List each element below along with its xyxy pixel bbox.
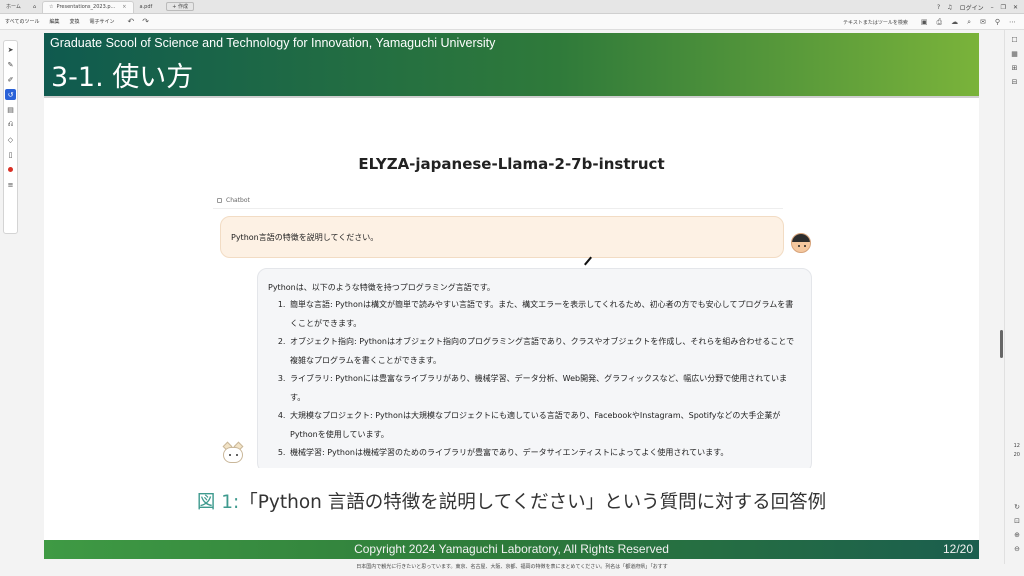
header-divider: [44, 96, 979, 98]
draw-icon[interactable]: ↺: [5, 89, 16, 100]
list-item: オブジェクト指向: Pythonはオブジェクト指向のプログラミング言語であり、ク…: [288, 333, 801, 370]
menu-all-tools[interactable]: すべてのツール: [0, 18, 44, 25]
figure-caption: 図 1:「Python 言語の特徴を説明してください」という質問に対する回答例: [44, 488, 979, 514]
copyright-text: Copyright 2024 Yamaguchi Laboratory, All…: [354, 542, 669, 556]
comment-icon[interactable]: ✎: [5, 59, 16, 70]
menu-e-sign[interactable]: 電子サイン: [84, 18, 119, 25]
undo-icon[interactable]: ↶: [128, 17, 135, 26]
tab-a-pdf[interactable]: a.pdf: [134, 1, 159, 13]
menu-convert[interactable]: 変換: [64, 18, 84, 25]
bell-icon[interactable]: ♫: [947, 4, 952, 11]
close-icon[interactable]: ×: [122, 4, 126, 10]
menu-bar: すべてのツール 編集 変換 電子サイン ↶ ↷ テキストまたはツールを検索 ▣ …: [0, 14, 1024, 30]
zoom-out-icon[interactable]: ⊖: [1014, 545, 1020, 553]
list-item: 簡単な言語: Pythonは構文が簡単で読みやすい言語です。また、構文エラーを表…: [288, 296, 801, 333]
current-page[interactable]: 12: [1014, 442, 1020, 451]
login-button[interactable]: ログイン: [960, 3, 984, 12]
fit-page-icon[interactable]: ⊡: [1014, 517, 1020, 525]
chat-icon: [217, 198, 222, 203]
tab-presentations[interactable]: ☆ Presentations_2023.p... ×: [42, 0, 134, 13]
bot-feature-list: 簡単な言語: Pythonは構文が簡単で読みやすい言語です。また、構文エラーを表…: [288, 296, 801, 463]
pdf-viewer-window: ホーム ⌂ ☆ Presentations_2023.p... × a.pdf …: [0, 0, 1024, 576]
search-icon[interactable]: ⌕: [967, 18, 971, 27]
right-tool-rail: ☐ ▦ ⊞ ⊟: [1004, 30, 1024, 576]
scroll-thumb[interactable]: [1000, 330, 1003, 358]
comments-panel-icon[interactable]: ☐: [1011, 36, 1017, 44]
list-item: 大規模なプロジェクト: Pythonは大規模なプロジェクトにも適している言語であ…: [288, 407, 801, 444]
bookmarks-icon[interactable]: ⊞: [1012, 64, 1018, 72]
university-name: Graduate Scool of Science and Technology…: [50, 36, 496, 50]
subtitle-caption: 日本国内で観光に行きたいと思っています。東京、名古屋、大阪、京都、福岡の特徴を表…: [0, 564, 1024, 576]
thumbnails-icon[interactable]: ▦: [1011, 50, 1018, 58]
print-icon[interactable]: ⎙: [936, 18, 942, 27]
bot-intro: Pythonは、以下のような特徴を持つプログラミング言語です。: [268, 283, 495, 292]
attachments-icon[interactable]: ⊟: [1012, 78, 1018, 86]
tab-label: a.pdf: [139, 3, 153, 10]
tab-bar: ホーム ⌂ ☆ Presentations_2023.p... × a.pdf …: [0, 0, 1024, 14]
home-icon[interactable]: ⌂: [27, 1, 42, 13]
menu-edit[interactable]: 編集: [44, 18, 64, 25]
select-cursor-icon[interactable]: ➤: [5, 44, 16, 55]
slide-page: Graduate Scool of Science and Technology…: [44, 33, 979, 559]
color-picker-icon[interactable]: [5, 164, 16, 175]
redo-icon[interactable]: ↷: [142, 17, 149, 26]
bot-message: Pythonは、以下のような特徴を持つプログラミング言語です。 簡単な言語: P…: [257, 268, 812, 468]
star-icon[interactable]: ☆: [49, 4, 53, 10]
cloud-icon[interactable]: ☁: [951, 18, 958, 26]
highlight-icon[interactable]: ✐: [5, 74, 16, 85]
left-tool-rail: ➤ ✎ ✐ ↺ ▤ ⎌ ◇ ▯ ≡: [0, 30, 20, 576]
chatbot-label: Chatbot: [217, 197, 250, 204]
refresh-icon[interactable]: ↻: [1014, 503, 1020, 511]
tool-search-input[interactable]: テキストまたはツールを検索: [843, 19, 908, 26]
user-message: Python言語の特徴を説明してください。: [220, 216, 784, 258]
maximize-icon[interactable]: ❐: [1001, 4, 1006, 11]
chatbot-label-text: Chatbot: [226, 197, 250, 204]
window-controls: ? ♫ ログイン – ❐ ✕: [937, 0, 1018, 14]
more-icon[interactable]: ⋯: [1009, 18, 1016, 26]
list-item: 機械学習: Pythonは機械学習のためのライブラリが豊富であり、データサイエン…: [288, 444, 801, 463]
new-tab-button[interactable]: + 作成: [166, 2, 195, 11]
slide-page-number: 12/20: [942, 542, 973, 556]
slide-footer: Copyright 2024 Yamaguchi Laboratory, All…: [44, 540, 979, 559]
bot-avatar: [220, 441, 246, 463]
shape-icon[interactable]: ◇: [5, 134, 16, 145]
chatbot-screenshot: Chatbot Python言語の特徴を説明してください。 Pythonは、以下…: [175, 193, 820, 468]
tab-home[interactable]: ホーム: [0, 1, 27, 13]
stamp-icon[interactable]: ⎌: [5, 119, 16, 130]
page-indicator: 12 20: [1014, 442, 1020, 460]
slide-title: 3-1. 使い方: [51, 62, 194, 93]
menu-right-tools: テキストまたはツールを検索 ▣ ⎙ ☁ ⌕ ✉ ⚲ ⋯: [843, 14, 1016, 30]
caption-text: 「Python 言語の特徴を説明してください」という質問に対する回答例: [239, 492, 827, 513]
close-window-icon[interactable]: ✕: [1013, 4, 1018, 11]
link-icon[interactable]: ⚲: [995, 18, 1000, 26]
eraser-icon[interactable]: ▯: [5, 149, 16, 160]
save-icon[interactable]: ▣: [921, 18, 928, 26]
text-box-icon[interactable]: ▤: [5, 104, 16, 115]
quick-tools-panel: ➤ ✎ ✐ ↺ ▤ ⎌ ◇ ▯ ≡: [3, 40, 18, 234]
more-tools-icon[interactable]: ≡: [5, 179, 16, 190]
zoom-controls: ↻ ⊡ ⊕ ⊖: [1014, 503, 1020, 553]
home-tab-label: ホーム: [6, 4, 21, 10]
mail-icon[interactable]: ✉: [980, 18, 986, 26]
total-pages: 20: [1013, 452, 1020, 458]
help-icon[interactable]: ?: [937, 4, 940, 11]
slide-header: Graduate Scool of Science and Technology…: [44, 33, 979, 96]
model-title: ELYZA-japanese-Llama-2-7b-instruct: [358, 155, 665, 173]
minimize-icon[interactable]: –: [991, 4, 994, 11]
zoom-in-icon[interactable]: ⊕: [1014, 531, 1020, 539]
figure-number: 図 1:: [196, 492, 240, 513]
user-avatar: [791, 233, 811, 253]
chat-divider: [213, 208, 783, 209]
list-item: ライブラリ: Pythonには豊富なライブラリがあり、機械学習、データ分析、We…: [288, 370, 801, 407]
tab-label: Presentations_2023.p...: [56, 4, 116, 10]
